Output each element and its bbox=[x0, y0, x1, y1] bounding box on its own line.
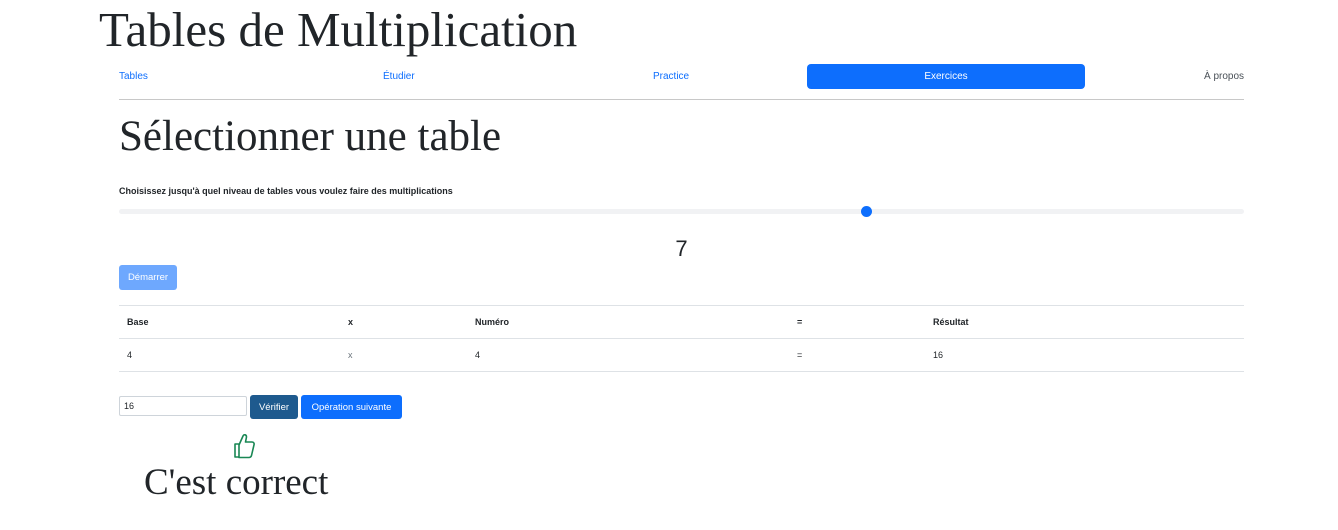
verify-button[interactable]: Vérifier bbox=[250, 395, 298, 419]
feedback-message: C'est correct bbox=[144, 462, 329, 503]
site-title: Tables de Multiplication bbox=[99, 2, 578, 57]
start-button[interactable]: Démarrer bbox=[119, 265, 177, 290]
header-numero: Numéro bbox=[475, 317, 510, 327]
nav-practice[interactable]: Practice bbox=[653, 64, 689, 89]
cell-resultat: 16 bbox=[933, 350, 944, 360]
table-level-slider[interactable] bbox=[119, 206, 1244, 217]
range-label: Choisissez jusqu'à quel niveau de tables… bbox=[119, 186, 453, 196]
cell-equals: = bbox=[797, 350, 803, 360]
nav-a-propos[interactable]: À propos bbox=[1204, 64, 1244, 89]
nav-divider bbox=[119, 99, 1244, 100]
slider-value: 7 bbox=[675, 236, 688, 261]
nav-tables[interactable]: Tables bbox=[119, 64, 148, 89]
header-resultat: Résultat bbox=[933, 317, 969, 327]
table-header-row: Base x Numéro = Résultat bbox=[119, 305, 1244, 338]
header-base: Base bbox=[127, 317, 149, 327]
next-operation-button[interactable]: Opération suivante bbox=[301, 395, 402, 419]
cell-times: x bbox=[348, 350, 353, 360]
header-equals: = bbox=[797, 317, 803, 327]
multiplication-table: Base x Numéro = Résultat 4 x 4 = 16 bbox=[119, 305, 1244, 372]
answer-input[interactable] bbox=[119, 396, 247, 416]
header-times: x bbox=[348, 317, 354, 327]
nav-etudier[interactable]: Étudier bbox=[383, 64, 415, 89]
cell-base: 4 bbox=[127, 350, 133, 360]
section-title: Sélectionner une table bbox=[119, 113, 502, 160]
nav-exercices[interactable]: Exercices bbox=[807, 64, 1085, 89]
cell-numero: 4 bbox=[475, 350, 481, 360]
main-nav: Tables Étudier Practice Exercices À prop… bbox=[119, 64, 1244, 89]
slider-thumb[interactable] bbox=[861, 206, 872, 217]
thumbs-up-icon bbox=[234, 433, 255, 459]
table-row: 4 x 4 = 16 bbox=[119, 338, 1244, 372]
